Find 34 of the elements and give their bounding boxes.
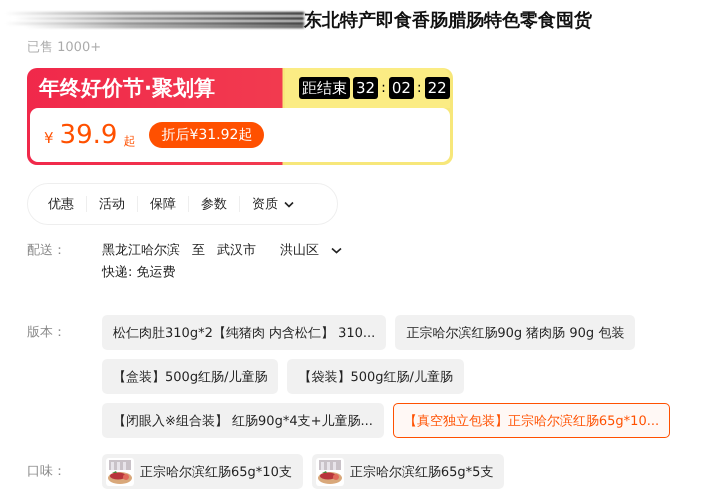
option-chip[interactable]: 松仁肉肚310g*2【纯猪肉 内含松仁】 310... bbox=[102, 315, 386, 350]
countdown-digits: 02 bbox=[388, 77, 414, 99]
option-chip[interactable]: 正宗哈尔滨红肠65g*10支 bbox=[102, 454, 303, 489]
price-suffix: 起 bbox=[123, 132, 136, 150]
chevron-down-icon[interactable] bbox=[331, 246, 342, 254]
promo-banner-title: 年终好价节·聚划算 bbox=[38, 75, 216, 102]
option-chip[interactable]: 【闭眼入※组合装】 红肠90g*4支+儿童肠... bbox=[102, 403, 384, 438]
info-tab[interactable]: 优惠 bbox=[36, 195, 86, 213]
info-tab[interactable]: 资质 bbox=[240, 195, 306, 213]
destination-city[interactable]: 武汉市 bbox=[217, 241, 256, 259]
field-label: 配送： bbox=[27, 242, 67, 260]
to-label: 至 bbox=[192, 242, 205, 259]
countdown-digits: 32 bbox=[353, 77, 378, 99]
field-label: 版本： bbox=[27, 324, 67, 342]
product-title: 东北特产即食香肠腊肠特色零食囤货 bbox=[304, 9, 592, 32]
countdown-label: 距结束 bbox=[299, 77, 350, 99]
destination-district[interactable]: 洪山区 bbox=[280, 241, 319, 259]
option-chip[interactable]: 【盒装】500g红肠/儿童肠 bbox=[102, 359, 278, 394]
shipping-info: 快递: 免运费 bbox=[102, 264, 177, 281]
price: 39.9 bbox=[60, 120, 118, 150]
time-separator: : bbox=[381, 80, 386, 96]
countdown-digits: 22 bbox=[424, 77, 450, 99]
info-tab[interactable]: 保障 bbox=[138, 195, 188, 213]
sales-count: 已售 1000+ bbox=[27, 39, 102, 56]
time-separator: : bbox=[416, 80, 422, 96]
option-chip[interactable]: 正宗哈尔滨红肠90g 猪肉肠 90g 包装 bbox=[395, 315, 636, 350]
info-tab[interactable]: 参数 bbox=[189, 195, 239, 213]
option-chip[interactable]: 【袋装】500g红肠/儿童肠 bbox=[287, 359, 464, 394]
discount-price-badge: 折后¥31.92起 bbox=[149, 122, 264, 148]
currency-symbol: ¥ bbox=[44, 129, 54, 147]
origin-location: 黑龙江哈尔滨 bbox=[102, 242, 180, 259]
info-tab[interactable]: 活动 bbox=[87, 195, 137, 213]
option-chip[interactable]: 正宗哈尔滨红肠65g*5支 bbox=[312, 454, 504, 489]
field-label: 口味： bbox=[27, 463, 67, 481]
